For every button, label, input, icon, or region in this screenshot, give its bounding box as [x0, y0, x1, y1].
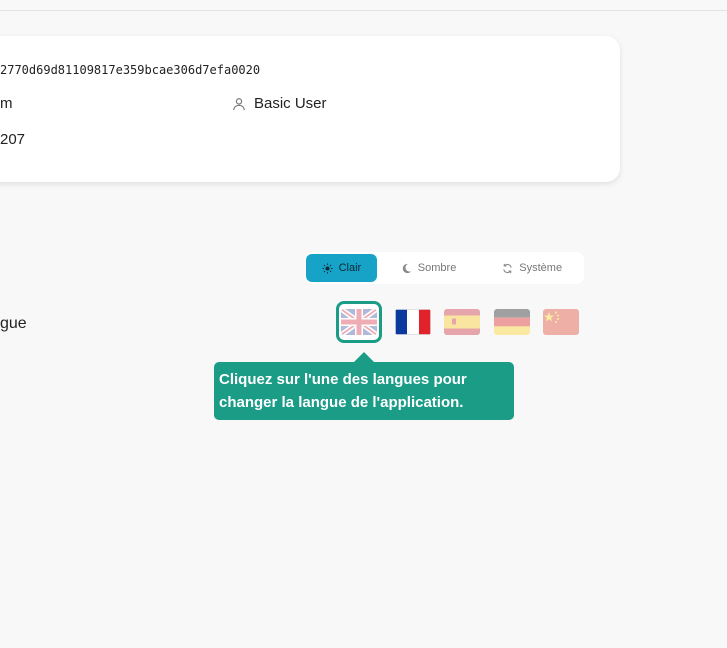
user-field-value-2: 207 — [0, 131, 26, 148]
spain-flag-icon — [444, 309, 480, 335]
france-flag-icon — [395, 309, 431, 335]
language-option-german[interactable] — [489, 301, 535, 343]
sync-icon — [503, 263, 512, 273]
theme-dark-button[interactable]: Sombre — [377, 254, 481, 282]
user-field-value-1: m — [0, 95, 13, 112]
sun-icon — [322, 262, 333, 274]
moon-icon — [402, 263, 411, 273]
theme-light-button[interactable]: Clair — [306, 254, 377, 282]
theme-dark-label: Sombre — [417, 262, 457, 274]
language-label: gue — [0, 315, 27, 332]
language-option-chinese[interactable] — [538, 301, 584, 343]
theme-system-button[interactable]: Système — [480, 254, 584, 282]
theme-light-label: Clair — [338, 262, 362, 274]
tooltip-line-1: Cliquez sur l'une des langues pour — [219, 371, 467, 388]
language-tooltip: Cliquez sur l'une des langues pour chang… — [214, 362, 514, 420]
tooltip-line-2: changer la langue de l'application. — [219, 394, 464, 411]
germany-flag-icon — [494, 309, 530, 335]
language-option-english[interactable] — [336, 301, 382, 343]
language-option-french[interactable] — [390, 301, 436, 343]
user-role: Basic User — [232, 95, 327, 112]
china-flag-icon — [543, 309, 579, 335]
theme-selector: Clair Sombre Système — [305, 252, 584, 284]
theme-system-label: Système — [519, 262, 563, 274]
uk-flag-icon — [341, 309, 377, 335]
tooltip-arrow — [354, 352, 374, 362]
user-role-label: Basic User — [254, 95, 327, 112]
user-id-text: 2770d69d81109817e359bcae306d7efa0020 — [0, 63, 261, 77]
language-option-spanish[interactable] — [439, 301, 485, 343]
top-divider — [0, 10, 727, 11]
user-icon — [233, 97, 245, 110]
